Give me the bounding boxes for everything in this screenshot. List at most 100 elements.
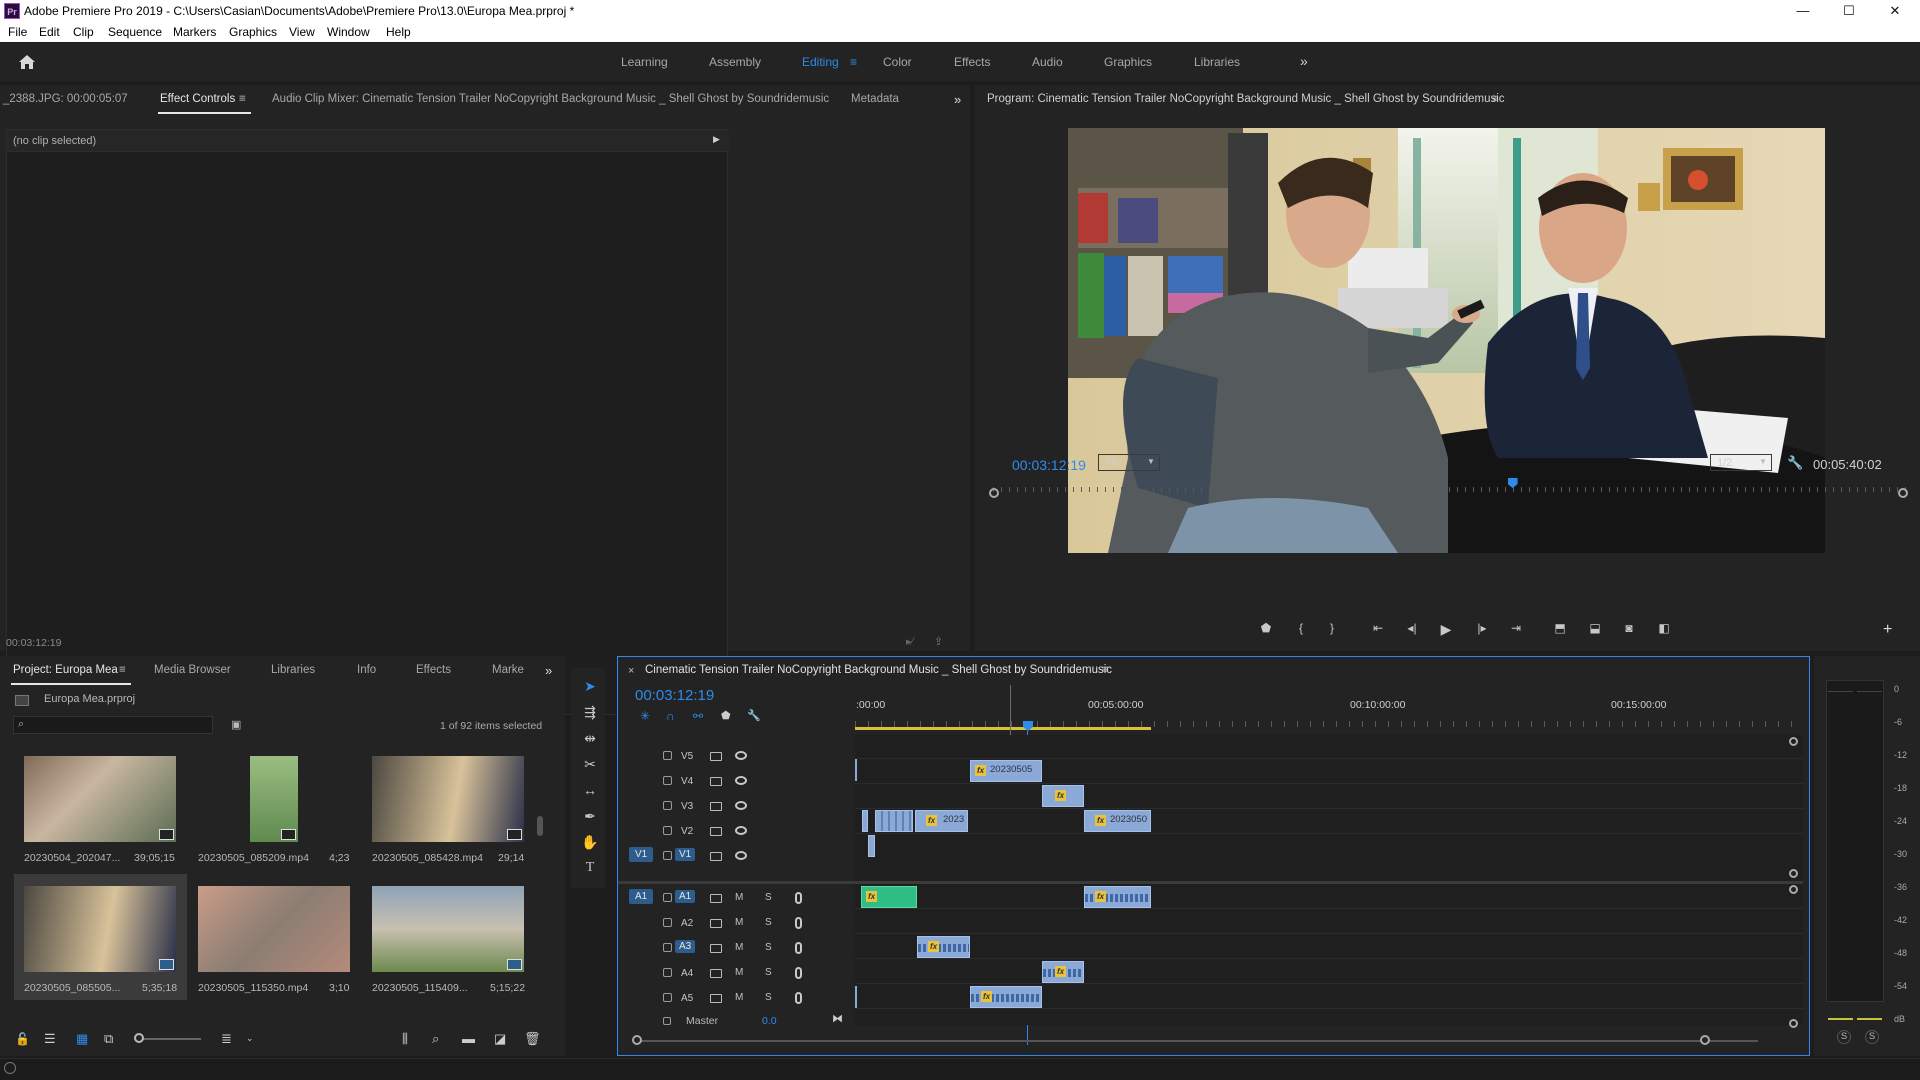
voice-over-mic-icon[interactable] bbox=[795, 992, 802, 1004]
timeline-settings-wrench-icon[interactable]: 🔧 bbox=[747, 709, 761, 722]
workspace-overflow-icon[interactable]: » bbox=[1300, 53, 1308, 69]
solo-track-button[interactable]: S bbox=[765, 967, 772, 978]
slip-tool-icon[interactable]: ↔ bbox=[581, 782, 599, 800]
scrub-start-handle[interactable] bbox=[989, 488, 999, 498]
mark-in-icon[interactable]: { bbox=[1291, 621, 1311, 637]
selection-tool-icon[interactable]: ➤ bbox=[581, 678, 599, 696]
maximize-button[interactable]: ☐ bbox=[1826, 0, 1872, 22]
menu-graphics[interactable]: Graphics bbox=[229, 25, 277, 39]
toggle-sync-lock-icon[interactable] bbox=[710, 919, 722, 928]
tab-source-clip[interactable]: _2388.JPG: 00:00:05:07 bbox=[3, 93, 128, 105]
step-back-icon[interactable]: ◂| bbox=[1402, 621, 1422, 637]
button-editor-add-icon[interactable]: + bbox=[1883, 621, 1892, 639]
menu-help[interactable]: Help bbox=[386, 25, 411, 39]
timeline-timecode[interactable]: 00:03:12:19 bbox=[635, 687, 714, 704]
toggle-sync-lock-icon[interactable] bbox=[710, 852, 722, 861]
voice-over-mic-icon[interactable] bbox=[795, 917, 802, 929]
export-frame-icon[interactable]: ◙ bbox=[1619, 621, 1639, 637]
linked-selection-icon[interactable]: ⚯ bbox=[693, 709, 703, 723]
mute-track-button[interactable]: M bbox=[735, 892, 743, 903]
track-lock-icon[interactable] bbox=[663, 918, 672, 927]
video-clip-v2[interactable] bbox=[868, 835, 875, 857]
video-scroll-top-handle[interactable] bbox=[1789, 737, 1798, 746]
toggle-output-eye-icon[interactable] bbox=[735, 776, 747, 785]
mute-track-button[interactable]: M bbox=[735, 992, 743, 1003]
type-tool-icon[interactable]: T bbox=[581, 860, 599, 878]
ripple-edit-tool-icon[interactable]: ⇹ bbox=[581, 730, 599, 748]
toggle-sync-lock-icon[interactable] bbox=[710, 944, 722, 953]
track-label-a3[interactable]: A3 bbox=[675, 940, 696, 953]
workspace-libraries[interactable]: Libraries bbox=[1194, 55, 1240, 69]
audio-clip-a4[interactable]: fx bbox=[1042, 961, 1084, 983]
clip-edge-v5[interactable] bbox=[855, 759, 857, 781]
list-view-icon[interactable]: ☰ bbox=[44, 1031, 56, 1047]
video-clip-v3a[interactable]: fx 2023 bbox=[915, 810, 968, 832]
audio-clip-a3[interactable]: fx bbox=[917, 936, 970, 958]
track-lock-icon[interactable] bbox=[663, 893, 672, 902]
pen-tool-icon[interactable]: ✒ bbox=[581, 808, 599, 826]
track-label-a2[interactable]: A2 bbox=[681, 918, 693, 929]
toggle-output-eye-icon[interactable] bbox=[735, 851, 747, 860]
workspace-audio[interactable]: Audio bbox=[1032, 55, 1063, 69]
toggle-sync-lock-icon[interactable] bbox=[710, 994, 722, 1003]
track-label-v5[interactable]: V5 bbox=[681, 751, 693, 762]
project-search-input[interactable]: ⌕ bbox=[13, 716, 213, 734]
video-clip-v5[interactable]: fx 20230505 bbox=[970, 760, 1042, 782]
nest-toggle-icon[interactable]: ✳ bbox=[640, 709, 650, 723]
fit-dropdown[interactable]: Fit ▼ bbox=[1098, 454, 1160, 471]
go-to-out-icon[interactable]: ⇥ bbox=[1506, 621, 1526, 637]
hand-tool-icon[interactable]: ✋ bbox=[581, 834, 599, 852]
find-icon[interactable]: ⌕ bbox=[432, 1031, 439, 1047]
solo-track-button[interactable]: S bbox=[765, 992, 772, 1003]
menu-clip[interactable]: Clip bbox=[73, 25, 94, 39]
workspace-assembly[interactable]: Assembly bbox=[709, 55, 761, 69]
source-patch-a1[interactable]: A1 bbox=[629, 889, 654, 904]
track-label-v2[interactable]: V2 bbox=[681, 826, 693, 837]
audio-scroll-bottom-handle[interactable] bbox=[1789, 1019, 1798, 1028]
new-item-icon[interactable]: ◪ bbox=[494, 1031, 506, 1047]
comparison-view-icon[interactable]: ◧ bbox=[1654, 621, 1674, 637]
minimize-button[interactable]: — bbox=[1780, 0, 1826, 22]
audio-clip-a1-music[interactable]: fx bbox=[861, 886, 917, 908]
snap-icon[interactable]: ∩ bbox=[666, 709, 675, 723]
toggle-sync-lock-icon[interactable] bbox=[710, 752, 722, 761]
scrub-end-handle[interactable] bbox=[1898, 488, 1908, 498]
audio-scroll-top-handle[interactable] bbox=[1789, 885, 1798, 894]
toggle-sync-lock-icon[interactable] bbox=[710, 777, 722, 786]
master-lock-icon[interactable] bbox=[663, 1017, 671, 1025]
voice-over-mic-icon[interactable] bbox=[795, 967, 802, 979]
menu-edit[interactable]: Edit bbox=[39, 25, 60, 39]
mute-track-button[interactable]: M bbox=[735, 942, 743, 953]
wrench-icon[interactable]: 🔧 bbox=[1787, 455, 1803, 471]
track-lock-icon[interactable] bbox=[663, 943, 672, 952]
video-scroll-bottom-handle[interactable] bbox=[1789, 869, 1798, 878]
tab-libraries[interactable]: Libraries bbox=[271, 664, 315, 676]
mute-track-button[interactable]: M bbox=[735, 917, 743, 928]
project-thumb-1[interactable] bbox=[24, 756, 176, 842]
tab-project[interactable]: Project: Europa Mea bbox=[13, 664, 118, 676]
audio-clip-a5[interactable]: fx bbox=[970, 986, 1042, 1008]
video-audio-divider[interactable] bbox=[618, 881, 1803, 884]
step-forward-icon[interactable]: |▸ bbox=[1472, 621, 1492, 637]
new-bin-icon[interactable]: ▬ bbox=[462, 1031, 475, 1046]
zoom-slider[interactable] bbox=[139, 1038, 201, 1040]
close-button[interactable]: ✕ bbox=[1872, 0, 1918, 22]
project-overflow-icon[interactable]: » bbox=[545, 663, 552, 678]
timeline-zoom-left-handle[interactable] bbox=[632, 1035, 642, 1045]
track-lock-icon[interactable] bbox=[663, 776, 672, 785]
track-label-v3[interactable]: V3 bbox=[681, 801, 693, 812]
program-timecode[interactable]: 00:03:12:19 bbox=[1012, 457, 1086, 473]
tab-effect-controls[interactable]: Effect Controls bbox=[160, 93, 235, 105]
solo-track-button[interactable]: S bbox=[765, 942, 772, 953]
timeline-menu-icon[interactable]: ≡ bbox=[1102, 664, 1109, 676]
menu-sequence[interactable]: Sequence bbox=[108, 25, 162, 39]
project-thumb-2[interactable] bbox=[250, 756, 298, 842]
lift-icon[interactable]: ⬒ bbox=[1550, 621, 1570, 637]
project-thumb-5[interactable] bbox=[198, 886, 350, 972]
toggle-output-eye-icon[interactable] bbox=[735, 801, 747, 810]
menu-markers[interactable]: Markers bbox=[173, 25, 216, 39]
workspace-learning[interactable]: Learning bbox=[621, 55, 668, 69]
toggle-sync-lock-icon[interactable] bbox=[710, 802, 722, 811]
extract-icon[interactable]: ⬓ bbox=[1585, 621, 1605, 637]
zoom-slider-handle[interactable] bbox=[134, 1033, 144, 1043]
